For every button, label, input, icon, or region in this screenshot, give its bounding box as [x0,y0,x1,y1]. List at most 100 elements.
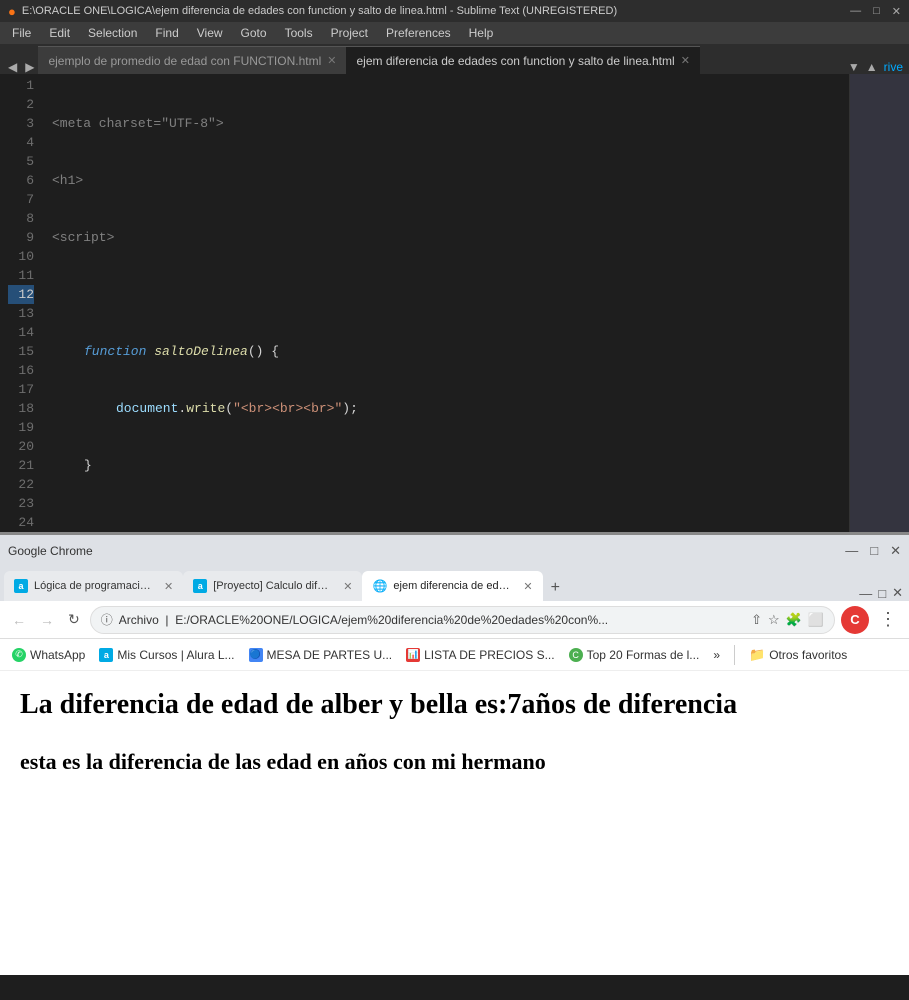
menu-preferences[interactable]: Preferences [378,24,459,42]
editor-tab-1-close[interactable]: ✕ [327,54,336,67]
tab-action-up[interactable]: ▲ [866,60,878,74]
browser-tab-2[interactable]: a [Proyecto] Calculo diferenc ✕ [183,571,362,601]
code-lines: <meta charset="UTF-8"> <h1> <script> fun… [42,74,909,532]
tab-nav-right[interactable]: ▶ [21,60,38,74]
browser-maximize[interactable]: □ [870,543,878,559]
browser-tab-2-close[interactable]: ✕ [343,580,352,593]
menu-file[interactable]: File [4,24,39,42]
lista-icon: 📊 [406,648,420,662]
bookmark-top20-label: Top 20 Formas de l... [587,648,700,662]
bookmark-alura-label: Mis Cursos | Alura L... [117,648,234,662]
code-line-6: document.write("<br><br><br>"); [52,399,909,418]
profile-button[interactable]: C [841,606,869,634]
back-button[interactable]: ← [8,608,30,632]
forward-button[interactable]: → [36,608,58,632]
code-line-4 [52,285,909,304]
menu-goto[interactable]: Goto [233,24,275,42]
menu-edit[interactable]: Edit [41,24,78,42]
code-editor: 12345 678910 1112131415 1617181920 21222… [0,74,909,532]
browser-window-controls: — □ ✕ [859,585,909,601]
browser-tab-2-icon: a [193,579,207,593]
bookmark-whatsapp-label: WhatsApp [30,648,85,662]
browser-title-text: Google Chrome [8,544,93,558]
code-line-5: function saltoDelinea() { [52,342,909,361]
editor-tab-2[interactable]: ejem diferencia de edades con function y… [346,46,699,74]
browser-tab-2-label: [Proyecto] Calculo diferenc [213,580,333,592]
menu-project[interactable]: Project [323,24,376,42]
bookmark-mesa[interactable]: 🔵 MESA DE PARTES U... [245,646,397,664]
menu-tools[interactable]: Tools [277,24,321,42]
bookmarks-bar: ✆ WhatsApp a Mis Cursos | Alura L... 🔵 M… [0,639,909,671]
minimap-panel [849,74,909,532]
mesa-icon: 🔵 [249,648,263,662]
browser: Google Chrome — □ ✕ a Lógica de programa… [0,532,909,972]
app-icon: ● [8,4,16,19]
share-icon[interactable]: ⇧ [751,612,762,628]
tab-action-rive[interactable]: rive [884,60,903,74]
browser-win-min[interactable]: — [859,586,872,601]
browser-tab-bar: a Lógica de programación: P ✕ a [Proyect… [0,567,909,601]
address-file-icon: ⓘ [101,611,113,628]
window-icon[interactable]: ⬜ [808,612,824,628]
browser-tab-3-label: ejem diferencia de edades [393,580,513,592]
address-bar[interactable]: ⓘ Archivo | E:/ORACLE%20ONE/LOGICA/ejem%… [90,606,835,634]
browser-menu-button[interactable]: ⋮ [875,609,901,630]
browser-win-close[interactable]: ✕ [892,585,903,601]
result-h1: La diferencia de edad de alber y bella e… [20,687,889,723]
maximize-button[interactable]: □ [873,5,880,18]
whatsapp-icon: ✆ [12,648,26,662]
bookmarks-separator [734,645,735,665]
bookmark-lista-label: LISTA DE PRECIOS S... [424,648,554,662]
menu-selection[interactable]: Selection [80,24,145,42]
editor-tab-bar: ◀ ▶ ejemplo de promedio de edad con FUNC… [0,44,909,74]
code-line-3: <script> [52,228,909,247]
bookmark-otros[interactable]: 📁 Otros favoritos [745,645,851,665]
code-line-2: <h1> [52,171,909,190]
reload-button[interactable]: ↻ [64,607,84,632]
bookmark-otros-label: Otros favoritos [769,648,847,662]
browser-minimize[interactable]: — [845,543,858,559]
browser-tab-1[interactable]: a Lógica de programación: P ✕ [4,571,183,601]
browser-close[interactable]: ✕ [890,543,901,559]
browser-tab-3[interactable]: 🌐 ejem diferencia de edades ✕ [362,571,542,601]
browser-win-max[interactable]: □ [878,586,886,601]
more-bookmarks-label: » [713,648,720,662]
editor-tab-2-label: ejem diferencia de edades con function y… [356,54,674,68]
bookmark-mesa-label: MESA DE PARTES U... [267,648,393,662]
browser-nav-bar: ← → ↻ ⓘ Archivo | E:/ORACLE%20ONE/LOGICA… [0,601,909,639]
star-icon[interactable]: ☆ [768,612,780,628]
tab-nav-left[interactable]: ◀ [4,60,21,74]
window-title: E:\ORACLE ONE\LOGICA\ejem diferencia de … [22,5,617,17]
browser-tab-1-label: Lógica de programación: P [34,580,154,592]
menu-help[interactable]: Help [461,24,502,42]
alura-icon: a [99,648,113,662]
title-bar-left: ● E:\ORACLE ONE\LOGICA\ejem diferencia d… [8,4,617,19]
minimize-button[interactable]: — [850,5,861,18]
browser-tab-1-close[interactable]: ✕ [164,580,173,593]
menu-find[interactable]: Find [147,24,186,42]
new-tab-button[interactable]: + [543,575,568,601]
editor-tab-2-close[interactable]: ✕ [681,54,690,67]
close-button[interactable]: ✕ [892,5,901,18]
result-p: esta es la diferencia de las edad en año… [20,747,889,778]
bookmark-top20[interactable]: C Top 20 Formas de l... [565,646,704,664]
line-numbers: 12345 678910 1112131415 1617181920 21222… [0,74,42,532]
tab-action-down[interactable]: ▼ [848,60,860,74]
bookmark-lista[interactable]: 📊 LISTA DE PRECIOS S... [402,646,558,664]
browser-tab-3-icon: 🌐 [372,579,387,593]
browser-content: La diferencia de edad de alber y bella e… [0,671,909,975]
editor-tab-1[interactable]: ejemplo de promedio de edad con FUNCTION… [38,46,346,74]
address-text: Archivo | E:/ORACLE%20ONE/LOGICA/ejem%20… [119,613,608,627]
bookmark-whatsapp[interactable]: ✆ WhatsApp [8,646,89,664]
bookmark-alura[interactable]: a Mis Cursos | Alura L... [95,646,238,664]
menu-view[interactable]: View [189,24,231,42]
address-bar-icons: ⇧ ☆ 🧩 ⬜ [751,612,824,628]
code-line-1: <meta charset="UTF-8"> [52,114,909,133]
title-bar: ● E:\ORACLE ONE\LOGICA\ejem diferencia d… [0,0,909,22]
browser-tab-1-icon: a [14,579,28,593]
browser-title-controls: — □ ✕ [845,543,901,559]
browser-tab-3-close[interactable]: ✕ [523,580,532,593]
folder-icon: 📁 [749,647,765,663]
bookmark-more[interactable]: » [709,646,724,664]
extensions-icon[interactable]: 🧩 [786,612,802,628]
